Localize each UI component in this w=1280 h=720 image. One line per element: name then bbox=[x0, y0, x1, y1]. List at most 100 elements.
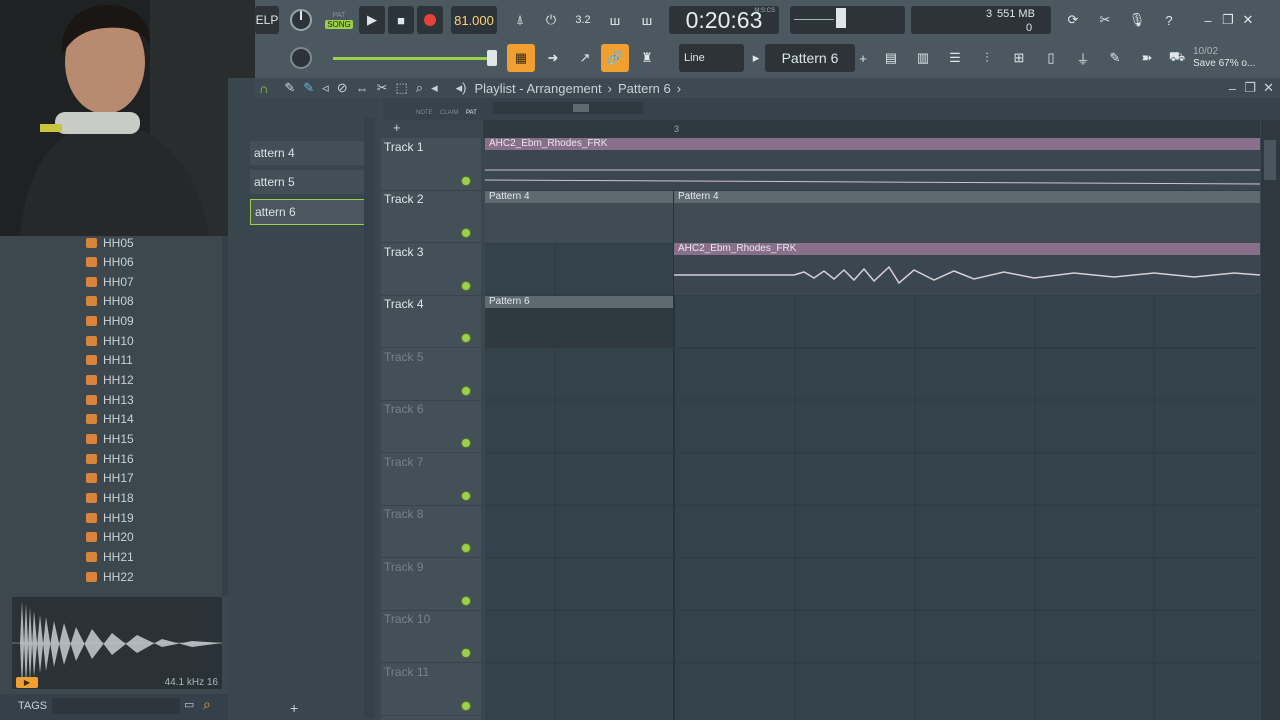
master-pitch-slider[interactable] bbox=[790, 6, 905, 34]
pattern-clip[interactable]: Pattern 4 bbox=[485, 191, 673, 243]
list-item[interactable]: HH18 bbox=[86, 489, 134, 507]
list-item[interactable]: HH06 bbox=[86, 253, 134, 271]
draw-tool-icon[interactable]: ✎ bbox=[284, 80, 295, 96]
cut-button[interactable]: ✂ bbox=[1091, 6, 1119, 34]
track-mute-led[interactable] bbox=[461, 438, 471, 448]
tempo-tap-button[interactable]: ✎ bbox=[1101, 44, 1129, 72]
list-item[interactable]: HH15 bbox=[86, 430, 134, 448]
record-button[interactable] bbox=[417, 6, 443, 34]
master-volume-knob[interactable] bbox=[287, 6, 315, 34]
slide-tool-button[interactable]: ↗ bbox=[571, 44, 599, 72]
export-button[interactable]: ➽ bbox=[1133, 44, 1161, 72]
picker-item-pattern-6[interactable]: attern 6 bbox=[250, 199, 366, 225]
playlist-window-button[interactable]: ▤ bbox=[877, 44, 905, 72]
playlist-close-icon[interactable]: ✕ bbox=[1263, 80, 1274, 96]
pattern-prev-button[interactable]: ▸ bbox=[749, 44, 763, 72]
help-button[interactable]: ? bbox=[1155, 6, 1183, 34]
mixer-button[interactable]: ⫶ bbox=[973, 44, 1001, 72]
audio-clip[interactable]: AHC2_Ebm_Rhodes_FRK bbox=[485, 138, 1260, 190]
tags-input[interactable] bbox=[52, 698, 180, 714]
pat-song-toggle[interactable]: PAT SONG bbox=[323, 6, 355, 34]
restore-button[interactable]: ❐ bbox=[1219, 6, 1237, 34]
track-header[interactable]: Track 8 bbox=[381, 505, 481, 558]
track-mute-led[interactable] bbox=[461, 543, 471, 553]
tempo-display[interactable]: 81.000 bbox=[451, 6, 497, 34]
pattern-clip[interactable]: Pattern 6 bbox=[485, 296, 673, 348]
preview-play-button[interactable]: ▶ bbox=[16, 677, 38, 688]
scroll-thumb[interactable] bbox=[1264, 140, 1276, 180]
track-header[interactable]: Track 1 bbox=[381, 138, 481, 191]
track-header[interactable]: Track 9 bbox=[381, 558, 481, 611]
zoom-tool-icon[interactable]: ⌕ bbox=[416, 80, 423, 96]
link-button[interactable]: 🔗 bbox=[601, 44, 629, 72]
stop-button[interactable]: ■ bbox=[388, 6, 414, 34]
loop-record-button[interactable]: ш bbox=[633, 6, 661, 34]
list-item[interactable]: HH12 bbox=[86, 371, 134, 389]
list-item[interactable]: HH14 bbox=[86, 410, 134, 428]
slip-tool-icon[interactable]: ⇔ bbox=[356, 81, 369, 96]
track-mute-led[interactable] bbox=[461, 281, 471, 291]
folder-icon[interactable]: ▭ bbox=[184, 698, 194, 711]
step-edit-button[interactable]: ш bbox=[601, 6, 629, 34]
timeline-ruler[interactable]: 3 bbox=[483, 120, 1260, 138]
track-mute-led[interactable] bbox=[461, 333, 471, 343]
channel-rack-button[interactable]: ☰ bbox=[941, 44, 969, 72]
select-tool-icon[interactable]: ⬚ bbox=[396, 80, 408, 96]
project-button[interactable]: ▯ bbox=[1037, 44, 1065, 72]
horizontal-scrollbar[interactable] bbox=[493, 102, 643, 114]
track-header[interactable]: Track 7 bbox=[381, 453, 481, 506]
snap-selector[interactable]: Line bbox=[679, 44, 744, 72]
track-mute-led[interactable] bbox=[461, 386, 471, 396]
track-mute-led[interactable] bbox=[461, 701, 471, 711]
pattern-selector[interactable]: Pattern 6 bbox=[765, 44, 855, 72]
plugin-button[interactable]: ⏚ bbox=[1069, 44, 1097, 72]
sample-preview-waveform[interactable]: ▶ 44.1 kHz 16 bbox=[12, 597, 222, 689]
list-item[interactable]: HH17 bbox=[86, 469, 134, 487]
shop-button[interactable]: ⛟ bbox=[1163, 44, 1191, 72]
track-mute-led[interactable] bbox=[461, 648, 471, 658]
track-header[interactable]: Track 11 bbox=[381, 663, 481, 716]
list-item[interactable]: HH07 bbox=[86, 273, 134, 291]
master-pitch-knob[interactable] bbox=[287, 44, 315, 72]
wait-input-button[interactable]: ⏻ bbox=[537, 6, 565, 34]
close-button[interactable]: ✕ bbox=[1239, 6, 1257, 34]
list-item[interactable]: HH11 bbox=[86, 351, 133, 369]
picker-scrollbar[interactable] bbox=[364, 118, 374, 718]
list-item[interactable]: HH05 bbox=[86, 234, 134, 252]
list-item[interactable]: HH10 bbox=[86, 332, 134, 350]
paint-tool-icon[interactable]: ✎ bbox=[303, 80, 314, 96]
picker-item-pattern-5[interactable]: attern 5 bbox=[250, 170, 364, 194]
arrangement-grid[interactable]: AHC2_Ebm_Rhodes_FRK Pattern 4 Pattern 4 … bbox=[485, 138, 1260, 720]
list-item[interactable]: HH20 bbox=[86, 528, 134, 546]
playback-tool-icon[interactable]: ◂ bbox=[431, 80, 438, 96]
track-mute-led[interactable] bbox=[461, 228, 471, 238]
track-mute-led[interactable] bbox=[461, 596, 471, 606]
picker-add-button[interactable]: + bbox=[290, 700, 298, 716]
mic-button[interactable]: 🎙 bbox=[1123, 6, 1151, 34]
typing-keyboard-button[interactable]: ▦ bbox=[507, 44, 535, 72]
play-button[interactable]: ▶ bbox=[359, 6, 385, 34]
minimize-button[interactable]: – bbox=[1199, 6, 1217, 34]
track-header[interactable]: Track 3 bbox=[381, 243, 481, 296]
list-item[interactable]: HH09 bbox=[86, 312, 134, 330]
track-header[interactable]: Track 10 bbox=[381, 610, 481, 663]
add-pattern-button[interactable]: + bbox=[857, 44, 869, 72]
track-header[interactable]: Track 5 bbox=[381, 348, 481, 401]
pat-mode-label[interactable]: PAT bbox=[466, 110, 477, 116]
search-icon[interactable]: ⌕ bbox=[203, 696, 211, 713]
master-volume-slider[interactable] bbox=[333, 44, 499, 72]
track-header[interactable]: Track 6 bbox=[381, 400, 481, 453]
magnet-icon[interactable]: ∩ bbox=[259, 81, 268, 96]
track-header[interactable]: Track 4 bbox=[381, 295, 481, 348]
mute-tool-icon[interactable]: ◃ bbox=[322, 80, 329, 96]
hint-panel[interactable]: 10/02 Save 67% o... bbox=[1193, 44, 1277, 72]
countdown-button[interactable]: 3.2 bbox=[569, 6, 597, 34]
add-track-icon[interactable]: + bbox=[393, 120, 401, 135]
track-mute-led[interactable] bbox=[461, 176, 471, 186]
list-item[interactable]: HH22 bbox=[86, 568, 134, 586]
list-item[interactable]: HH21 bbox=[86, 548, 134, 566]
song-position-display[interactable]: 0:20:63 M:S:CS bbox=[669, 6, 779, 34]
playlist-minimize-icon[interactable]: – bbox=[1229, 81, 1236, 96]
list-item[interactable]: HH13 bbox=[86, 391, 134, 409]
speaker-icon[interactable]: ◂) bbox=[456, 80, 467, 96]
